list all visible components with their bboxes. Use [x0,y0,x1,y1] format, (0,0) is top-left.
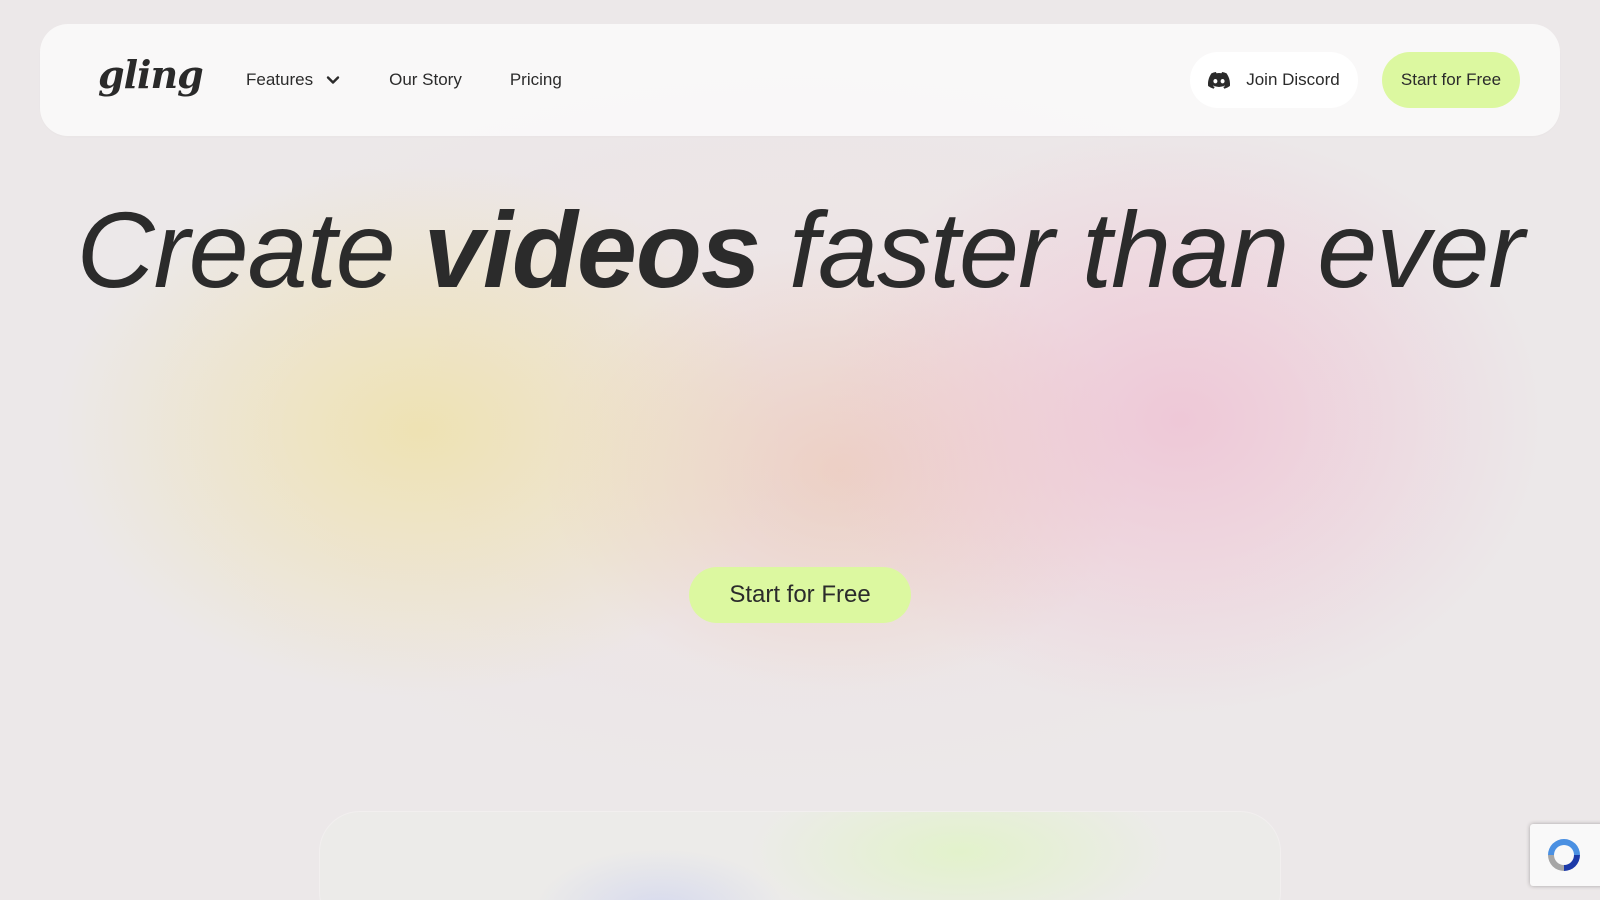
nav-item-label: Our Story [389,70,462,89]
hero-headline-bold: videos [423,189,761,310]
nav-item-pricing[interactable]: Pricing [510,70,562,90]
nav-item-our-story[interactable]: Our Story [389,70,462,90]
hero-headline-part2: faster than ever [759,189,1524,310]
start-free-hero-button[interactable]: Start for Free [689,567,911,623]
nav-item-label: Pricing [509,70,562,89]
nav-item-features[interactable]: Features [246,70,341,90]
join-discord-label: Join Discord [1246,70,1340,89]
top-navbar: gling Features Our Story Pricing Join Di… [40,24,1560,136]
start-free-nav-label: Start for Free [1400,70,1502,89]
start-free-hero-label: Start for Free [729,581,871,608]
recaptcha-badge[interactable] [1530,824,1600,886]
nav-item-label: Features [246,70,314,89]
join-discord-button[interactable]: Join Discord [1190,52,1358,108]
gling-logo[interactable]: gling [98,52,204,97]
start-free-nav-button[interactable]: Start for Free [1382,52,1520,108]
chevron-down-icon [326,76,340,84]
hero-headline-part1: Create [76,189,424,310]
hero-headline: Create videos faster than ever [0,184,1600,316]
recaptcha-icon [1548,839,1580,871]
product-preview-card [320,812,1280,900]
discord-icon [1208,71,1231,89]
nav-links: Features Our Story Pricing [246,24,562,136]
